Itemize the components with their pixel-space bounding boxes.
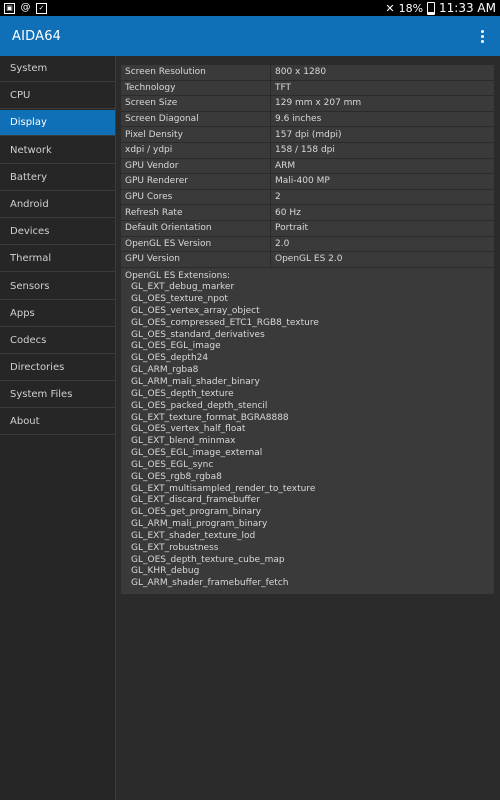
extension-item: GL_ARM_mali_program_binary	[131, 519, 268, 530]
mute-icon: ✕	[385, 1, 395, 15]
status-bar: ▣ @ ✓ ✕ 18% 11:33 AM	[0, 0, 500, 16]
info-row: GPU Cores 2	[121, 189, 494, 205]
extension-item: GL_KHR_debug	[131, 566, 200, 577]
extensions-title: OpenGL ES Extensions:	[125, 270, 231, 281]
info-row: OpenGL ES Version 2.0	[121, 236, 494, 252]
info-key: Screen Size	[121, 96, 270, 111]
info-key: xdpi / ydpi	[121, 142, 270, 158]
info-key: OpenGL ES Version	[121, 236, 270, 252]
info-value: 60 Hz	[271, 205, 494, 220]
info-value: 2	[271, 189, 494, 205]
battery-icon	[427, 1, 436, 15]
extension-item: GL_EXT_debug_marker	[131, 282, 235, 293]
extension-item: GL_OES_vertex_half_float	[131, 424, 246, 435]
sidebar-item-android[interactable]: Android	[0, 192, 115, 218]
info-value: 2.0	[271, 236, 494, 252]
info-key: Refresh Rate	[121, 205, 270, 220]
info-row: GPU Version OpenGL ES 2.0	[121, 252, 494, 267]
sidebar-item-display[interactable]: Display	[0, 110, 115, 137]
extension-item: GL_ARM_rgba8	[131, 365, 199, 376]
info-key: Default Orientation	[121, 220, 270, 236]
info-row: GPU Vendor ARM	[121, 158, 494, 174]
info-row: Default Orientation Portrait	[121, 220, 494, 236]
extension-item: GL_EXT_blend_minmax	[131, 436, 236, 447]
info-row: xdpi / ydpi 158 / 158 dpi	[121, 142, 494, 158]
info-row: Screen Resolution 800 x 1280	[121, 65, 494, 80]
info-key: GPU Renderer	[121, 174, 270, 189]
extension-item: GL_OES_depth24	[131, 353, 209, 364]
extension-item: GL_OES_get_program_binary	[131, 507, 262, 518]
sidebar: System CPU Display Network Battery Andro…	[0, 56, 116, 800]
extension-item: GL_EXT_robustness	[131, 542, 219, 553]
sidebar-item-system-files[interactable]: System Files	[0, 382, 115, 409]
image-notification-icon: ▣	[4, 2, 15, 14]
info-value: 157 dpi (mdpi)	[271, 127, 494, 142]
sidebar-item-sensors[interactable]: Sensors	[0, 274, 115, 300]
extension-item: GL_EXT_texture_format_BGRA8888	[131, 412, 289, 423]
extension-item: GL_EXT_shader_texture_lod	[131, 530, 256, 541]
info-value: 158 / 158 dpi	[271, 142, 494, 158]
extension-item: GL_OES_rgb8_rgba8	[131, 471, 222, 482]
info-key: Pixel Density	[121, 127, 270, 142]
info-key: Technology	[121, 80, 270, 96]
extension-item: GL_OES_texture_npot	[131, 294, 228, 305]
clock: 11:33 AM	[439, 1, 496, 15]
extension-item: GL_OES_EGL_image_external	[131, 448, 263, 459]
info-key: Screen Resolution	[121, 65, 270, 80]
sidebar-item-battery[interactable]: Battery	[0, 165, 115, 191]
sidebar-item-network[interactable]: Network	[0, 138, 115, 164]
info-row: Refresh Rate 60 Hz	[121, 205, 494, 220]
extension-item: GL_OES_EGL_image	[131, 341, 221, 352]
battery-percentage: 18%	[398, 1, 424, 15]
extension-item: GL_OES_EGL_sync	[131, 459, 214, 470]
info-value: ARM	[271, 158, 494, 174]
extension-item: GL_OES_vertex_array_object	[131, 305, 260, 316]
sidebar-item-system[interactable]: System	[0, 56, 115, 82]
extension-item: GL_OES_standard_derivatives	[131, 329, 265, 340]
sidebar-item-devices[interactable]: Devices	[0, 219, 115, 246]
sidebar-item-about[interactable]: About	[0, 409, 115, 436]
app-bar: AIDA64	[0, 16, 500, 56]
extension-item: GL_ARM_shader_framebuffer_fetch	[131, 578, 289, 589]
info-value: Portrait	[271, 220, 494, 236]
display-info-panel: Screen Resolution 800 x 1280 Technology TF…	[121, 65, 494, 595]
info-value: OpenGL ES 2.0	[271, 252, 494, 267]
sidebar-item-directories[interactable]: Directories	[0, 355, 115, 382]
extension-item: GL_OES_compressed_ETC1_RGB8_texture	[131, 317, 319, 328]
sidebar-item-codecs[interactable]: Codecs	[0, 328, 115, 354]
info-key: Screen Diagonal	[121, 111, 270, 127]
info-row: GPU Renderer Mali-400 MP	[121, 174, 494, 189]
info-row: Screen Size 129 mm x 207 mm	[121, 96, 494, 111]
info-value: 800 x 1280	[271, 65, 494, 80]
info-value: TFT	[271, 80, 494, 96]
info-value: 9.6 inches	[271, 111, 494, 127]
sidebar-item-apps[interactable]: Apps	[0, 301, 115, 327]
info-row: Screen Diagonal 9.6 inches	[121, 111, 494, 127]
check-notification-icon: ✓	[36, 2, 47, 14]
extension-item: GL_EXT_multisampled_render_to_texture	[131, 483, 316, 494]
sidebar-item-thermal[interactable]: Thermal	[0, 246, 115, 273]
app-title: AIDA64	[12, 28, 62, 44]
info-value: 129 mm x 207 mm	[271, 96, 494, 111]
status-icons: ✕ 18% 11:33 AM	[385, 1, 500, 15]
info-key: GPU Cores	[121, 189, 270, 205]
info-key: GPU Vendor	[121, 158, 270, 174]
extension-item: GL_OES_packed_depth_stencil	[131, 400, 268, 411]
extension-item: GL_ARM_mali_shader_binary	[131, 376, 260, 387]
notification-icons: ▣ @ ✓	[0, 2, 47, 14]
extension-item: GL_OES_depth_texture	[131, 388, 234, 399]
info-row: Pixel Density 157 dpi (mdpi)	[121, 127, 494, 142]
info-row: Technology TFT	[121, 80, 494, 96]
info-key: GPU Version	[121, 252, 270, 267]
sidebar-item-cpu[interactable]: CPU	[0, 83, 115, 110]
opengl-extensions-box: OpenGL ES Extensions: GL_EXT_debug_marke…	[121, 267, 494, 595]
extension-item: GL_OES_depth_texture_cube_map	[131, 554, 285, 565]
info-value: Mali-400 MP	[271, 174, 494, 189]
overflow-menu-icon[interactable]	[474, 21, 490, 51]
at-sign-notification-icon: @	[20, 2, 31, 13]
extension-item: GL_EXT_discard_framebuffer	[131, 495, 260, 506]
